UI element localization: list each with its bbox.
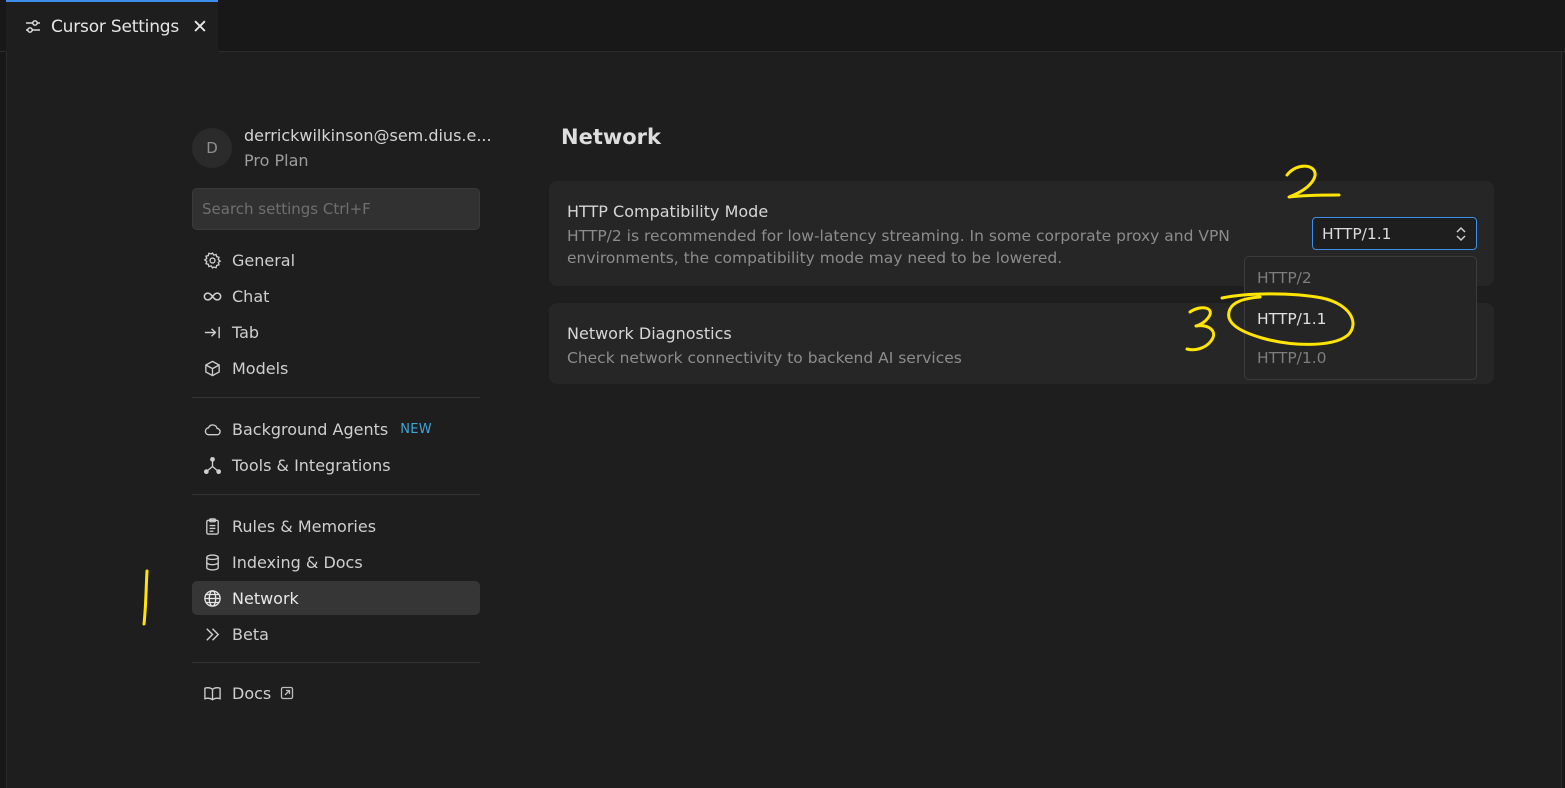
tab-title: Cursor Settings	[51, 17, 180, 37]
double-chevron-right-icon	[202, 624, 222, 644]
sidebar-item-label: Models	[232, 358, 289, 378]
infinity-icon	[202, 286, 222, 306]
cube-icon	[202, 358, 222, 378]
sidebar-item-label: Background Agents	[232, 419, 389, 439]
cloud-icon	[202, 419, 222, 439]
right-scrollbar-edge	[1561, 52, 1565, 788]
tab-cursor-settings[interactable]: Cursor Settings ✕	[6, 0, 218, 52]
option-http2[interactable]: HTTP/2	[1245, 259, 1476, 297]
page-title: Network	[561, 125, 662, 149]
sidebar-divider	[192, 494, 480, 495]
sidebar-item-label: Tools & Integrations	[232, 455, 391, 475]
account-info: D derrickwilkinson@sem.dius.e... Pro Pla…	[192, 124, 492, 174]
option-http1-0[interactable]: HTTP/1.0	[1245, 339, 1476, 377]
account-plan: Pro Plan	[244, 151, 309, 170]
settings-sliders-icon	[26, 20, 40, 33]
account-email: derrickwilkinson@sem.dius.e...	[244, 126, 492, 145]
sidebar-item-chat[interactable]: Chat	[192, 279, 480, 313]
diagnostics-description: Check network connectivity to backend AI…	[567, 349, 962, 367]
search-input[interactable]	[192, 188, 480, 230]
close-icon[interactable]: ✕	[191, 16, 209, 38]
sidebar-item-tab[interactable]: Tab	[192, 315, 480, 349]
sidebar-item-rules-memories[interactable]: Rules & Memories	[192, 509, 480, 543]
http-mode-description: HTTP/2 is recommended for low-latency st…	[567, 227, 1230, 267]
handwritten-annotations	[142, 164, 1355, 626]
nodes-icon	[202, 455, 222, 475]
sidebar-item-beta[interactable]: Beta	[192, 617, 480, 651]
tab-bar: Cursor Settings ✕	[0, 0, 1565, 52]
external-link-icon	[281, 686, 294, 700]
gear-icon	[202, 250, 222, 270]
arrow-right-to-line-icon	[202, 322, 222, 342]
chevron-up-down-icon	[1456, 226, 1466, 242]
sidebar-item-label: Rules & Memories	[232, 516, 377, 536]
annotation-step-1-stroke	[142, 569, 149, 626]
http-mode-title: HTTP Compatibility Mode	[567, 202, 769, 221]
sidebar-item-label: Network	[232, 588, 299, 608]
book-icon	[202, 683, 222, 703]
sidebar-item-indexing-docs[interactable]: Indexing & Docs	[192, 545, 480, 579]
avatar: D	[192, 128, 232, 168]
sidebar-item-docs[interactable]: Docs	[192, 676, 480, 710]
option-http1-1[interactable]: HTTP/1.1	[1245, 300, 1476, 338]
sidebar-item-general[interactable]: General	[192, 243, 480, 277]
sidebar-item-network[interactable]: Network	[192, 581, 480, 615]
sidebar-item-label: Chat	[232, 286, 270, 306]
http-mode-selected-value: HTTP/1.1	[1322, 224, 1392, 243]
sidebar-item-label: General	[232, 250, 296, 270]
sidebar-item-label: Docs	[232, 683, 272, 703]
diagnostics-title: Network Diagnostics	[567, 324, 732, 343]
http-mode-select[interactable]: HTTP/1.1	[1312, 217, 1477, 250]
left-panel-edge	[0, 52, 7, 788]
sidebar-item-label: Tab	[232, 322, 260, 342]
globe-icon	[202, 588, 222, 608]
database-icon	[202, 552, 222, 572]
new-badge: NEW	[400, 421, 432, 437]
sidebar-item-label: Beta	[232, 624, 269, 644]
clipboard-icon	[202, 516, 222, 536]
sidebar-divider	[192, 662, 480, 663]
sidebar-divider	[192, 397, 480, 398]
sidebar-item-background-agents[interactable]: Background Agents NEW	[192, 412, 480, 446]
sidebar-item-tools-integrations[interactable]: Tools & Integrations	[192, 448, 480, 482]
sidebar-item-label: Indexing & Docs	[232, 552, 363, 572]
sidebar-item-models[interactable]: Models	[192, 351, 480, 385]
http-mode-dropdown: HTTP/2 HTTP/1.1 HTTP/1.0	[1244, 256, 1477, 380]
